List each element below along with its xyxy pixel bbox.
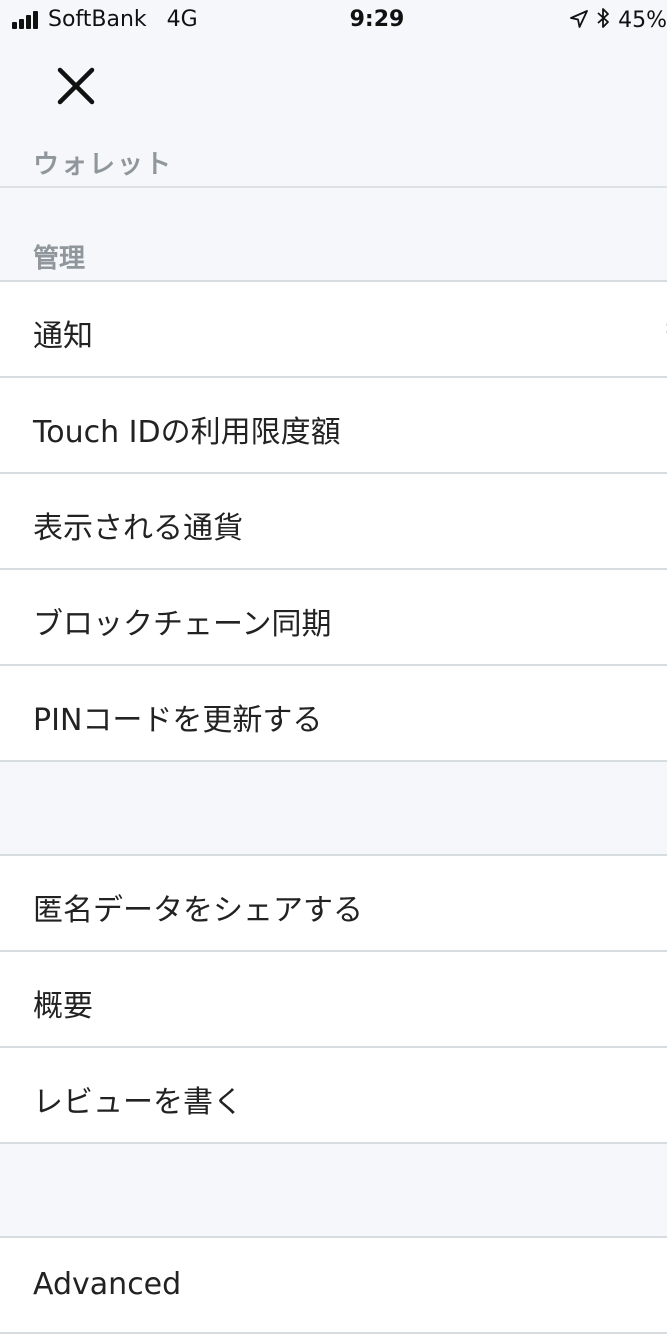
menu-item-advanced[interactable]: Advanced [0, 1236, 667, 1334]
battery-percent: 45% [618, 8, 667, 33]
menu-item-touch-id-limit[interactable]: Touch IDの利用限度額 [0, 378, 667, 474]
menu-item-label: 匿名データをシェアする [33, 893, 363, 928]
close-icon [57, 67, 95, 105]
menu-item-notifications[interactable]: 通知 › [0, 280, 667, 378]
menu-item-label: ブロックチェーン同期 [33, 607, 332, 642]
wallet-section-label: ウォレット [33, 150, 174, 180]
location-arrow-icon [570, 9, 588, 33]
section-gap [0, 1144, 667, 1236]
menu-item-label: 表示される通貨 [33, 511, 243, 546]
status-right: 45% [570, 7, 667, 34]
status-time: 9:29 [349, 7, 405, 32]
manage-section-label: 管理 [33, 244, 86, 274]
menu-item-label: PINコードを更新する [33, 703, 323, 738]
menu-item-blockchain-sync[interactable]: ブロックチェーン同期 [0, 570, 667, 666]
menu-item-label: Advanced [33, 1267, 182, 1302]
header: ウォレット [0, 40, 667, 188]
status-bar: SoftBank 4G 9:29 45% [0, 0, 667, 40]
menu-item-label: レビューを書く [33, 1085, 243, 1120]
menu-item-display-currency[interactable]: 表示される通貨 [0, 474, 667, 570]
menu-item-label: Touch IDの利用限度額 [33, 415, 341, 450]
close-button[interactable] [52, 62, 100, 110]
menu-item-write-review[interactable]: レビューを書く [0, 1048, 667, 1144]
menu-item-update-pin[interactable]: PINコードを更新する [0, 666, 667, 762]
menu-item-share-anonymous-data[interactable]: 匿名データをシェアする [0, 854, 667, 952]
menu-item-label: 概要 [33, 989, 93, 1024]
bluetooth-icon [596, 7, 610, 34]
menu-item-about[interactable]: 概要 [0, 952, 667, 1048]
section-gap [0, 762, 667, 854]
menu-item-label: 通知 [33, 319, 93, 354]
